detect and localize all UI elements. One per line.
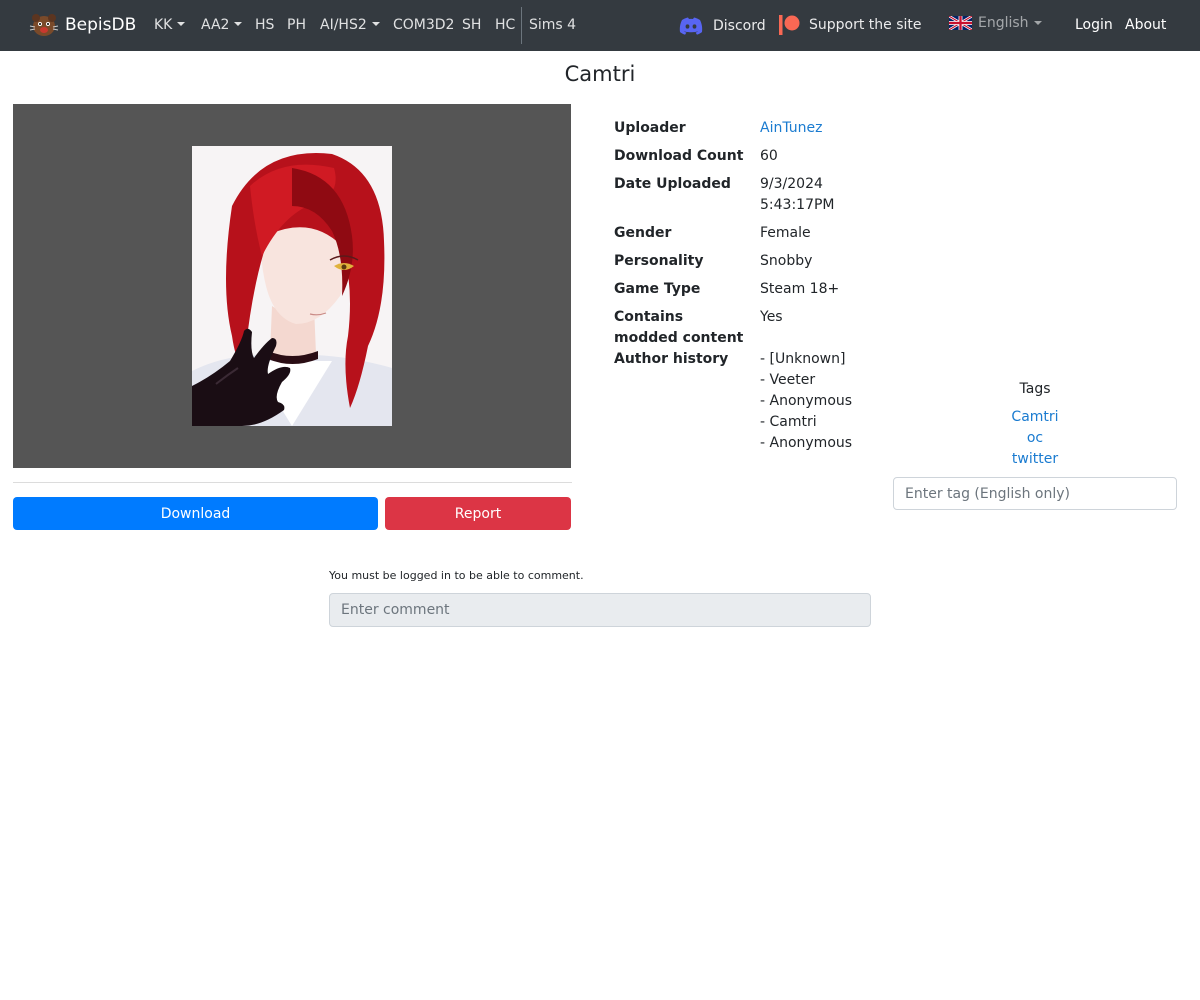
comment-input[interactable] bbox=[329, 593, 871, 627]
card-image-panel bbox=[13, 104, 571, 468]
nav-item-sh[interactable]: SH bbox=[462, 15, 481, 35]
language-label: English bbox=[978, 15, 1029, 31]
nav-item-label: Sims 4 bbox=[529, 17, 577, 33]
nav-item-kk[interactable]: KK bbox=[154, 15, 186, 35]
chevron-down-icon bbox=[371, 22, 380, 26]
list-item: - Anonymous bbox=[760, 435, 853, 451]
nav-item-label: AA2 bbox=[201, 17, 230, 33]
tag-link[interactable]: Camtri bbox=[893, 407, 1177, 428]
list-item: - Veeter bbox=[760, 372, 816, 388]
about-link[interactable]: About bbox=[1125, 15, 1166, 35]
comment-login-note: You must be logged in to be able to comm… bbox=[329, 569, 584, 582]
nav-item-label: HS bbox=[255, 17, 275, 33]
detail-value: Yes bbox=[760, 309, 783, 325]
download-button[interactable]: Download bbox=[13, 497, 378, 530]
detail-label: Personality bbox=[614, 253, 704, 269]
detail-value: Steam 18+ bbox=[760, 281, 840, 297]
author-history-list: - [Unknown] - Veeter - Anonymous - Camtr… bbox=[760, 349, 880, 454]
divider bbox=[13, 482, 572, 483]
detail-label: Gender bbox=[614, 225, 672, 241]
nav-item-com3d2[interactable]: COM3D2 bbox=[393, 15, 454, 35]
character-portrait-icon bbox=[192, 146, 392, 426]
detail-label: Uploader bbox=[614, 120, 686, 136]
tags-title: Tags bbox=[1019, 381, 1051, 397]
time-line: 5:43:17PM bbox=[760, 197, 835, 213]
nav-item-aa2[interactable]: AA2 bbox=[201, 15, 243, 35]
date-line: 9/3/2024 bbox=[760, 176, 823, 192]
brand-link[interactable]: BepisDB bbox=[29, 11, 136, 39]
report-button[interactable]: Report bbox=[385, 497, 571, 530]
nav-item-label: AI/HS2 bbox=[320, 17, 367, 33]
nav-item-ph[interactable]: PH bbox=[287, 15, 306, 35]
list-item: - Camtri bbox=[760, 414, 817, 430]
patreon-icon bbox=[779, 15, 800, 35]
page-title: Camtri bbox=[564, 62, 636, 86]
detail-label: Game Type bbox=[614, 281, 701, 297]
detail-label: Author history bbox=[614, 351, 729, 367]
detail-label: Download Count bbox=[614, 148, 744, 164]
uk-flag-icon bbox=[949, 16, 972, 30]
chevron-down-icon bbox=[177, 22, 186, 26]
nav-item-label: PH bbox=[287, 17, 306, 33]
discord-label: Discord bbox=[713, 18, 766, 34]
nav-item-ai-hs2[interactable]: AI/HS2 bbox=[320, 15, 380, 35]
login-link[interactable]: Login bbox=[1075, 15, 1113, 35]
detail-label: Contains modded content bbox=[614, 309, 744, 346]
nav-item-hc[interactable]: HC bbox=[495, 15, 515, 35]
nav-item-hs[interactable]: HS bbox=[255, 15, 274, 35]
chevron-down-icon bbox=[1033, 21, 1042, 25]
nav-item-label: COM3D2 bbox=[393, 17, 455, 33]
nav-divider bbox=[521, 7, 522, 44]
detail-value: Snobby bbox=[760, 253, 813, 269]
detail-value: 60 bbox=[760, 148, 778, 164]
nav-item-label: SH bbox=[462, 17, 482, 33]
brand-name: BepisDB bbox=[65, 15, 137, 35]
tag-link[interactable]: twitter bbox=[893, 449, 1177, 470]
detail-value: AinTunez bbox=[760, 118, 880, 139]
discord-icon bbox=[679, 17, 703, 35]
tag-link[interactable]: oc bbox=[893, 428, 1177, 449]
nav-item-sims4[interactable]: Sims 4 bbox=[529, 15, 576, 35]
top-navbar: BepisDB KK AA2 HS PH AI/HS2 COM3D2 SH HC… bbox=[0, 0, 1200, 51]
nav-item-label: HC bbox=[495, 17, 516, 33]
list-item: - Anonymous bbox=[760, 393, 853, 409]
tag-input[interactable] bbox=[893, 477, 1177, 510]
character-card-image[interactable] bbox=[192, 146, 392, 426]
detail-value: Female bbox=[760, 225, 811, 241]
support-link[interactable]: Support the site bbox=[778, 13, 922, 37]
bepis-logo-icon bbox=[29, 14, 59, 36]
language-dropdown[interactable]: English bbox=[949, 15, 1042, 31]
discord-link[interactable]: Discord bbox=[678, 13, 766, 39]
detail-value: 9/3/2024 5:43:17PM bbox=[760, 174, 880, 216]
chevron-down-icon bbox=[234, 22, 243, 26]
list-item: - [Unknown] bbox=[760, 351, 846, 367]
uploader-link[interactable]: AinTunez bbox=[760, 120, 822, 136]
nav-item-label: KK bbox=[154, 17, 173, 33]
support-label: Support the site bbox=[809, 17, 922, 33]
detail-label: Date Uploaded bbox=[614, 176, 731, 192]
